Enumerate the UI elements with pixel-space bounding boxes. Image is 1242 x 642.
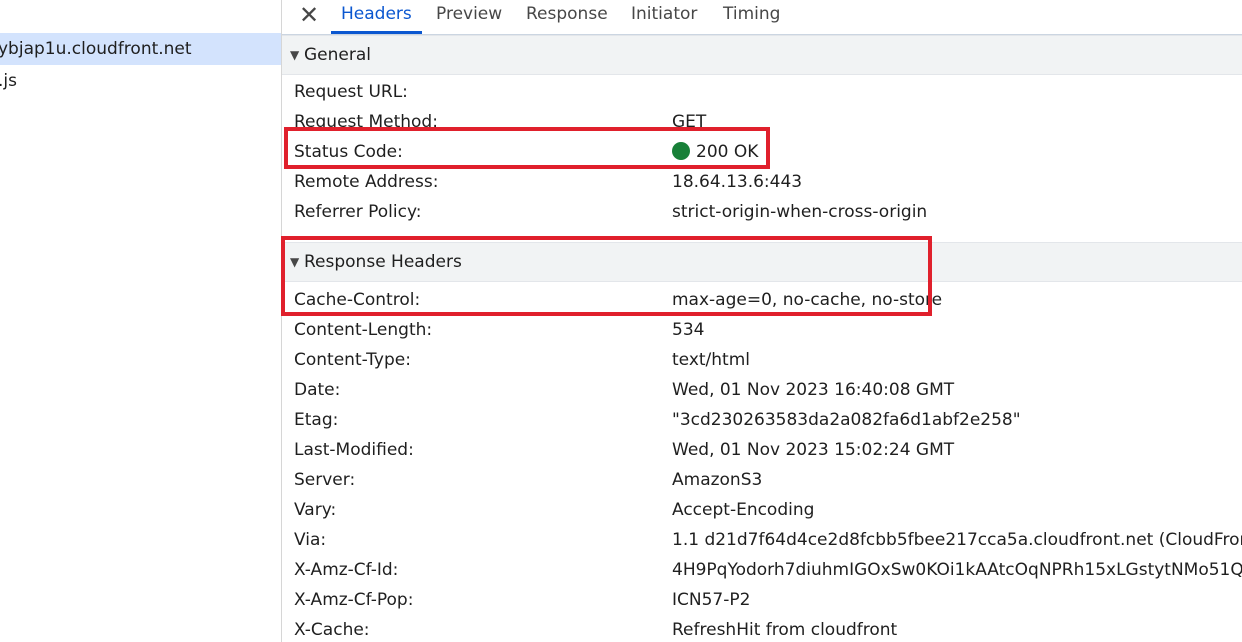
header-key: Status Code: bbox=[294, 142, 403, 162]
request-name: .js bbox=[0, 71, 17, 91]
header-value: RefreshHit from cloudfront bbox=[672, 620, 898, 640]
header-key: Vary: bbox=[294, 500, 337, 520]
header-key: Cache-Control: bbox=[294, 290, 421, 310]
status-ok-icon bbox=[672, 142, 690, 160]
status-code-text: 200 OK bbox=[696, 142, 759, 162]
header-row: Etag: "3cd230263583da2a082fa6d1abf2e258" bbox=[282, 405, 1242, 435]
header-row: Date: Wed, 01 Nov 2023 16:40:08 GMT bbox=[282, 375, 1242, 405]
header-value: strict-origin-when-cross-origin bbox=[672, 202, 928, 222]
header-key: X-Amz-Cf-Id: bbox=[294, 560, 399, 580]
header-key: X-Cache: bbox=[294, 620, 370, 640]
header-value: max-age=0, no-cache, no-store bbox=[672, 290, 943, 310]
tab-initiator[interactable]: Initiator bbox=[631, 0, 697, 33]
response-headers-section-header[interactable]: ▼ Response Headers bbox=[282, 242, 1242, 282]
header-value: Wed, 01 Nov 2023 16:40:08 GMT bbox=[672, 380, 955, 400]
header-row: Request URL: bbox=[282, 77, 1242, 107]
header-key: Etag: bbox=[294, 410, 339, 430]
header-key: Via: bbox=[294, 530, 327, 550]
details-tabbar: ✕ Headers Preview Response Initiator Tim… bbox=[282, 0, 1242, 35]
request-details-pane: ✕ Headers Preview Response Initiator Tim… bbox=[281, 0, 1242, 642]
header-value: text/html bbox=[672, 350, 751, 370]
header-row: Via: 1.1 d21d7f64d4ce2d8fcbb5fbee217cca5… bbox=[282, 525, 1242, 555]
header-row: Server: AmazonS3 bbox=[282, 465, 1242, 495]
header-key: Date: bbox=[294, 380, 341, 400]
header-value: 4H9PqYodorh7diuhmIGOxSw0KOi1kAAtcOqNPRh1… bbox=[672, 560, 1242, 580]
header-row: Last-Modified: Wed, 01 Nov 2023 15:02:24… bbox=[282, 435, 1242, 465]
devtools-network-panel: ybjap1u.cloudfront.net .js ✕ Headers Pre… bbox=[0, 0, 1242, 642]
triangle-down-icon: ▼ bbox=[290, 48, 300, 62]
header-value: "3cd230263583da2a082fa6d1abf2e258" bbox=[672, 410, 1021, 430]
triangle-down-icon: ▼ bbox=[290, 255, 300, 269]
header-key: Referrer Policy: bbox=[294, 202, 422, 222]
status-value: 200 OK bbox=[672, 141, 758, 163]
section-title: General bbox=[304, 45, 371, 65]
header-value: GET bbox=[672, 112, 707, 132]
tab-preview[interactable]: Preview bbox=[436, 0, 502, 33]
request-list-item[interactable]: .js bbox=[0, 65, 281, 97]
header-value: 1.1 d21d7f64d4ce2d8fcbb5fbee217cca5a.clo… bbox=[672, 530, 1242, 550]
header-value: ICN57-P2 bbox=[672, 590, 751, 610]
tab-response[interactable]: Response bbox=[526, 0, 608, 33]
header-row: Remote Address: 18.64.13.6:443 bbox=[282, 167, 1242, 197]
header-row: Cache-Control: max-age=0, no-cache, no-s… bbox=[282, 285, 1242, 315]
header-row: Request Method: GET bbox=[282, 107, 1242, 137]
general-section-header[interactable]: ▼ General bbox=[282, 35, 1242, 75]
close-icon[interactable]: ✕ bbox=[296, 1, 322, 29]
status-code-row: Status Code: 200 OK bbox=[282, 137, 1242, 167]
header-row: X-Cache: RefreshHit from cloudfront bbox=[282, 615, 1242, 642]
header-key: Content-Type: bbox=[294, 350, 411, 370]
request-list: ybjap1u.cloudfront.net .js bbox=[0, 0, 281, 642]
header-value: AmazonS3 bbox=[672, 470, 763, 490]
header-row: Referrer Policy: strict-origin-when-cros… bbox=[282, 197, 1242, 227]
header-value: 534 bbox=[672, 320, 705, 340]
header-row: Vary: Accept-Encoding bbox=[282, 495, 1242, 525]
header-key: Content-Length: bbox=[294, 320, 433, 340]
section-title: Response Headers bbox=[304, 252, 462, 272]
header-value: 18.64.13.6:443 bbox=[672, 172, 803, 192]
header-value: Wed, 01 Nov 2023 15:02:24 GMT bbox=[672, 440, 955, 460]
request-name: ybjap1u.cloudfront.net bbox=[0, 39, 192, 59]
tab-headers[interactable]: Headers bbox=[341, 0, 412, 33]
active-tab-indicator bbox=[331, 31, 422, 34]
header-value: Accept-Encoding bbox=[672, 500, 815, 520]
header-row: X-Amz-Cf-Pop: ICN57-P2 bbox=[282, 585, 1242, 615]
header-key: Last-Modified: bbox=[294, 440, 414, 460]
header-row: Content-Length: 534 bbox=[282, 315, 1242, 345]
header-key: Remote Address: bbox=[294, 172, 439, 192]
header-key: Server: bbox=[294, 470, 356, 490]
header-row: X-Amz-Cf-Id: 4H9PqYodorh7diuhmIGOxSw0KOi… bbox=[282, 555, 1242, 585]
header-key: X-Amz-Cf-Pop: bbox=[294, 590, 414, 610]
header-key: Request Method: bbox=[294, 112, 438, 132]
tab-timing[interactable]: Timing bbox=[723, 0, 780, 33]
header-key: Request URL: bbox=[294, 82, 408, 102]
header-row: Content-Type: text/html bbox=[282, 345, 1242, 375]
request-list-item[interactable]: ybjap1u.cloudfront.net bbox=[0, 33, 281, 65]
